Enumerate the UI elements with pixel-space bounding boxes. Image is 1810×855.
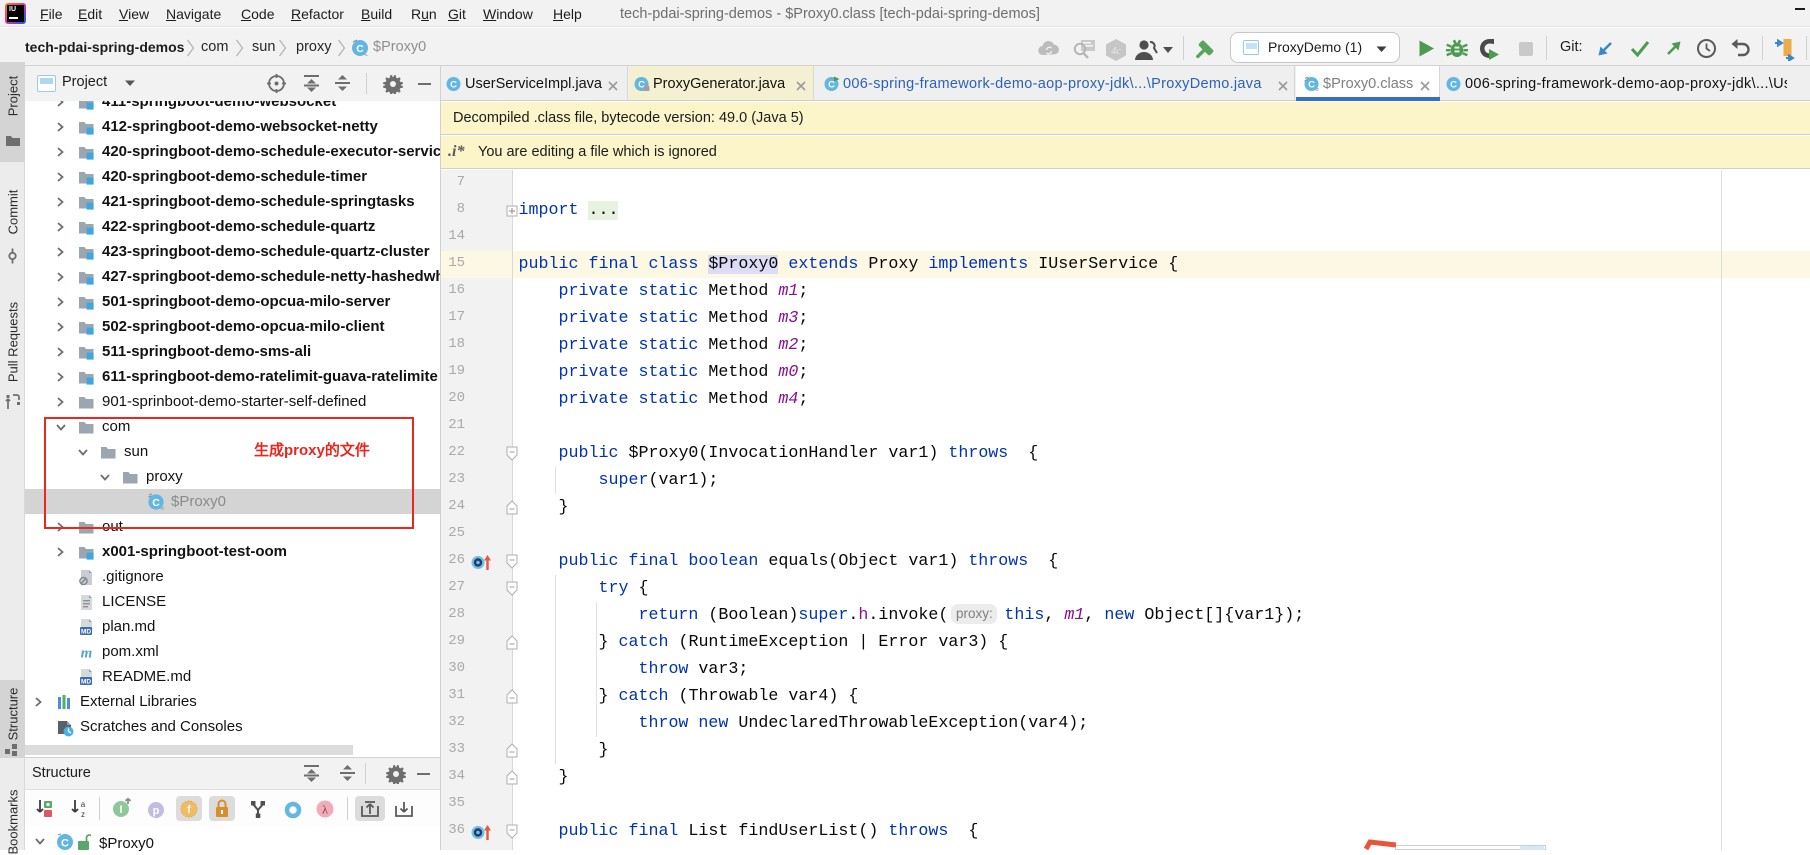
svg-text:C: C xyxy=(61,838,69,850)
svg-text:4c: 4c xyxy=(1111,46,1121,57)
svg-text:z: z xyxy=(81,810,85,818)
svg-text:MD: MD xyxy=(81,678,91,685)
svg-text:C: C xyxy=(450,80,457,91)
svg-text:MD: MD xyxy=(81,628,91,635)
svg-text:I: I xyxy=(119,804,122,816)
svg-text:p: p xyxy=(153,805,160,817)
svg-text:C: C xyxy=(1308,80,1315,91)
svg-text:C: C xyxy=(1450,80,1457,91)
svg-text:f: f xyxy=(187,804,191,816)
svg-text:λ: λ xyxy=(322,803,328,817)
svg-text:a: a xyxy=(81,800,86,809)
svg-text:m: m xyxy=(81,645,93,661)
svg-text:C: C xyxy=(356,43,364,55)
